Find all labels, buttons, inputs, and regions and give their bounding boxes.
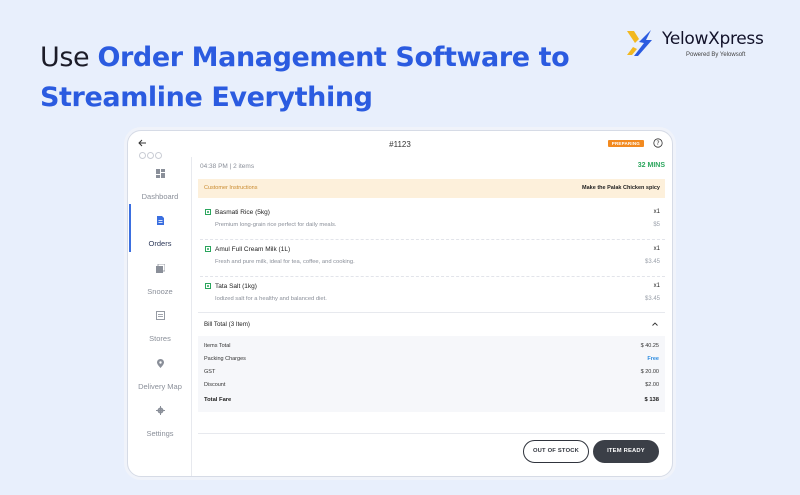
- item-name: Amul Full Cream Milk (1L): [215, 246, 291, 253]
- bill-row-value: $ 40.25: [640, 343, 659, 349]
- instructions-label: Customer Instructions: [204, 185, 258, 191]
- headline-line-1: Use Order Management Software to: [40, 42, 570, 73]
- bill-row-label: Packing Charges: [204, 356, 246, 362]
- out-of-stock-button[interactable]: OUT OF STOCK: [523, 440, 589, 463]
- bill-row: GST $ 20.00: [204, 369, 659, 379]
- order-meta: 04:38 PM | 2 items: [200, 163, 255, 170]
- list-item: Amul Full Cream Milk (1L) Fresh and pure…: [200, 240, 665, 277]
- item-description: Iodized salt for a healthy and balanced …: [215, 296, 327, 302]
- item-quantity: x1: [653, 283, 660, 289]
- customer-instructions: Customer Instructions Make the Palak Chi…: [198, 179, 665, 198]
- sidebar-item-snooze[interactable]: Snooze: [128, 264, 192, 304]
- bill-row-value: $2.00: [645, 382, 659, 388]
- yelowxpress-logo-icon: [627, 30, 652, 56]
- gear-icon: [155, 406, 165, 415]
- veg-indicator-icon: [205, 283, 211, 289]
- divider: [198, 433, 665, 434]
- bill-row-label: Discount: [204, 382, 226, 388]
- snooze-icon: [155, 264, 165, 273]
- bill-row: Items Total $ 40.25: [204, 343, 659, 353]
- sidebar-item-label: Snooze: [147, 287, 173, 296]
- status-badge: PREPARING: [607, 140, 644, 147]
- bill-row-label: Items Total: [204, 343, 231, 349]
- tablet-frame: #1123 PREPARING ? Dashboard Orders Snooz…: [127, 130, 673, 477]
- brand-tagline: Powered By Yelowsoft: [686, 52, 746, 58]
- bill-total-header[interactable]: Bill Total (3 Item): [198, 312, 665, 336]
- veg-indicator-icon: [205, 246, 211, 252]
- document-icon: [156, 216, 164, 225]
- instructions-text: Make the Palak Chicken spicy: [582, 185, 660, 191]
- order-detail: 04:38 PM | 2 items 32 MINS Customer Inst…: [198, 157, 665, 476]
- bill-row: Packing Charges Free: [204, 356, 659, 366]
- item-quantity: x1: [653, 209, 660, 215]
- bill-row-value: Free: [647, 356, 659, 362]
- order-number: #1123: [389, 140, 411, 149]
- brand-name: YelowXpress: [662, 29, 764, 49]
- sidebar: Dashboard Orders Snooze Stores Delivery …: [128, 157, 192, 476]
- map-pin-icon: [156, 359, 164, 368]
- sidebar-item-label: Orders: [148, 239, 172, 248]
- total-fare-value: $ 138: [644, 397, 659, 403]
- headline-line-2: Streamline Everything: [40, 82, 373, 113]
- help-icon[interactable]: ?: [653, 138, 663, 148]
- item-price: $5: [653, 222, 660, 228]
- sidebar-item-label: Delivery Map: [138, 382, 182, 391]
- sidebar-item-orders[interactable]: Orders: [128, 204, 192, 256]
- bill-title: Bill Total (3 Item): [204, 321, 250, 328]
- dashboard-icon: [155, 169, 165, 178]
- store-icon: [155, 311, 165, 320]
- sidebar-item-stores[interactable]: Stores: [128, 311, 192, 351]
- sidebar-item-settings[interactable]: Settings: [128, 406, 192, 446]
- item-description: Premium long-grain rice perfect for dail…: [215, 222, 337, 228]
- sidebar-item-label: Dashboard: [141, 192, 179, 201]
- bill-breakdown: Items Total $ 40.25 Packing Charges Free…: [198, 336, 665, 412]
- sidebar-item-delivery-map[interactable]: Delivery Map: [128, 359, 192, 399]
- bill-row-label: GST: [204, 369, 216, 375]
- item-description: Fresh and pure milk, ideal for tea, coff…: [215, 259, 355, 265]
- top-bar: #1123 PREPARING ?: [128, 131, 672, 159]
- item-name: Basmati Rice (5kg): [215, 209, 270, 216]
- sidebar-item-dashboard[interactable]: Dashboard: [128, 169, 192, 209]
- item-ready-button[interactable]: ITEM READY: [593, 440, 659, 463]
- chevron-up-icon[interactable]: [652, 322, 658, 326]
- sidebar-item-label: Settings: [146, 429, 174, 438]
- veg-indicator-icon: [205, 209, 211, 215]
- sidebar-item-label: Stores: [149, 334, 171, 343]
- item-quantity: x1: [653, 246, 660, 252]
- list-item: Basmati Rice (5kg) Premium long-grain ri…: [200, 203, 665, 240]
- item-name: Tata Salt (1kg): [215, 283, 257, 290]
- list-item: Tata Salt (1kg) Iodized salt for a healt…: [200, 277, 665, 314]
- headline: Use Order Management Software to Streaml…: [40, 38, 570, 118]
- brand: YelowXpress Powered By Yelowsoft: [624, 28, 784, 64]
- total-fare-label: Total Fare: [204, 397, 232, 403]
- prep-timer: 32 MINS: [637, 162, 665, 169]
- item-price: $3.45: [644, 296, 660, 302]
- bill-row: Discount $2.00: [204, 382, 659, 392]
- bill-row-value: $ 20.00: [640, 369, 659, 375]
- svg-text:?: ?: [656, 140, 659, 147]
- item-price: $3.45: [644, 259, 660, 265]
